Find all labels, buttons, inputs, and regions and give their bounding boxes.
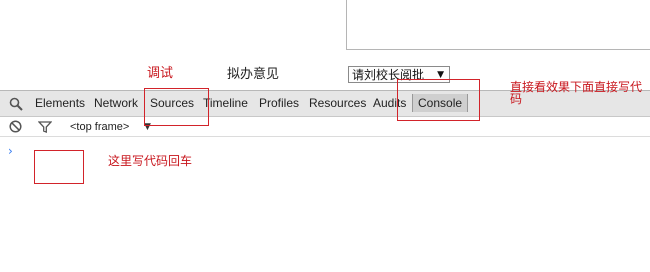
comment-textarea[interactable]: [346, 0, 650, 50]
search-icon[interactable]: [9, 97, 23, 111]
filter-icon[interactable]: [38, 121, 52, 133]
tab-profiles[interactable]: Profiles: [259, 96, 299, 110]
annotation-enter-note: 这里写代码回车: [108, 154, 193, 168]
annotation-debug-note: 调试: [147, 66, 174, 81]
tab-resources[interactable]: Resources: [309, 96, 366, 110]
annotation-box-sources: [144, 88, 209, 126]
tab-network[interactable]: Network: [94, 96, 138, 110]
frame-select[interactable]: <top frame>: [70, 121, 129, 133]
console-prompt-icon: ›: [8, 144, 13, 158]
annotation-box-console: [397, 79, 480, 121]
console-input[interactable]: [34, 150, 84, 184]
annotation-console-note: 直接看效果下面直接写代码: [510, 80, 643, 106]
tab-elements[interactable]: Elements: [35, 96, 85, 110]
clear-console-icon[interactable]: [9, 120, 22, 133]
proposal-label: 拟办意见: [227, 67, 280, 82]
tab-timeline[interactable]: Timeline: [203, 96, 248, 110]
